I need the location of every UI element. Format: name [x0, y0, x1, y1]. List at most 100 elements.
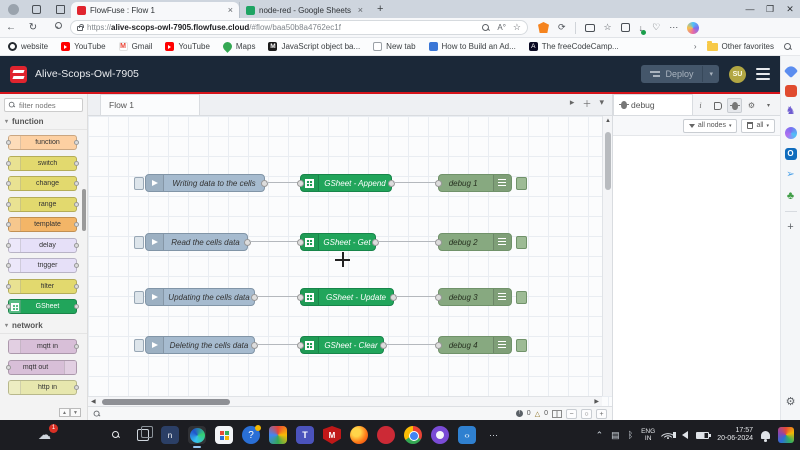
search-icon[interactable] [44, 22, 66, 33]
category-function[interactable]: ▾function [0, 114, 87, 130]
scrollbar-thumb[interactable] [605, 132, 611, 190]
palette-node-mqtt-in[interactable]: mqtt in [8, 339, 77, 354]
vertical-scrollbar[interactable]: ▲ [602, 116, 612, 396]
debug-toggle-button[interactable] [516, 177, 527, 190]
input-port[interactable] [297, 342, 304, 349]
palette-search-box[interactable] [4, 98, 83, 112]
debug-tab[interactable]: debug [613, 94, 693, 115]
tab-actions-icon[interactable] [53, 3, 67, 15]
main-menu-icon[interactable] [756, 68, 770, 80]
tray-app-icon[interactable]: ▤ [611, 430, 620, 441]
bookmark-how-to-build[interactable]: How to Build an Ad... [429, 42, 516, 51]
microphone-icon[interactable]: ᛒ [628, 430, 633, 440]
palette-node-trigger[interactable]: trigger [8, 258, 77, 273]
palette-node-range[interactable]: range [8, 197, 77, 212]
input-port[interactable] [435, 294, 442, 301]
profile-avatar[interactable] [8, 4, 19, 15]
debug-toggle-button[interactable] [516, 291, 527, 304]
debug-tab-icon[interactable] [727, 98, 742, 113]
restore-button[interactable]: ❐ [760, 4, 780, 15]
gsheet-append-node[interactable]: GSheet - Append [300, 174, 392, 192]
teams-icon[interactable]: T [296, 426, 314, 444]
zoom-out-button[interactable]: − [566, 409, 577, 419]
settings-more-icon[interactable]: ⋯ [669, 22, 678, 33]
inject-button[interactable] [134, 339, 144, 352]
battery-icon[interactable] [696, 432, 709, 439]
clear-log-button[interactable]: all▾ [741, 119, 775, 133]
corner-widget-icon[interactable] [778, 427, 794, 443]
add-sidebar-item-icon[interactable]: + [785, 221, 797, 233]
workspace-grid[interactable]: Writing data to the cells GSheet - Appen… [88, 116, 612, 406]
get-help-icon[interactable]: ? [242, 426, 260, 444]
input-port[interactable] [435, 180, 442, 187]
expand-all-icon[interactable]: ▼ [70, 408, 81, 417]
extension-icon[interactable]: ⟳ [558, 22, 566, 33]
new-tab-button[interactable]: + [377, 3, 383, 15]
search-flows-icon[interactable] [94, 410, 101, 417]
add-flow-button[interactable]: ＋ [582, 97, 591, 110]
user-avatar[interactable]: SU [729, 66, 746, 83]
scrollbar-thumb[interactable] [102, 399, 230, 405]
input-port[interactable] [297, 180, 304, 187]
horizontal-scrollbar[interactable]: ◀ ▶ [88, 396, 602, 406]
node-red-app-icon[interactable]: n [161, 426, 179, 444]
input-port[interactable] [297, 239, 304, 246]
debug-node[interactable]: debug 3 [438, 288, 512, 306]
tab-flowfuse[interactable]: FlowFuse : Flow 1 × [71, 2, 239, 18]
scroll-right-icon[interactable]: ▶ [594, 398, 599, 405]
reload-button[interactable]: ↻ [22, 22, 44, 33]
info-tab-icon[interactable]: i [693, 98, 708, 113]
category-network[interactable]: ▾network [0, 318, 87, 334]
favorite-star-icon[interactable]: ☆ [513, 22, 521, 33]
gsheet-update-node[interactable]: GSheet - Update [300, 288, 394, 306]
debug-node[interactable]: debug 4 [438, 336, 512, 354]
bookmark-website[interactable]: website [8, 42, 48, 51]
tab-sheets[interactable]: node-red - Google Sheets × [239, 2, 369, 18]
palette-node-mqtt-out[interactable]: mqtt out [8, 360, 77, 375]
task-view-icon[interactable] [134, 426, 152, 444]
browser-essentials-icon[interactable]: ♡ [652, 22, 660, 33]
inject-node[interactable]: Deleting the cells data [145, 336, 255, 354]
inject-button[interactable] [134, 177, 144, 190]
clock[interactable]: 17:5720-06-2024 [717, 427, 753, 444]
tray-chevron-icon[interactable]: ⌃ [596, 430, 604, 441]
notifications-bell-icon[interactable] [761, 431, 770, 439]
palette-node-gsheet[interactable]: GSheet [8, 299, 77, 314]
gsheet-clear-node[interactable]: GSheet - Clear [300, 336, 384, 354]
grow-tree-icon[interactable]: ♣ [785, 190, 797, 202]
deploy-button[interactable]: Deploy [641, 65, 702, 83]
language-indicator[interactable]: ENGIN [641, 428, 655, 442]
app-icon[interactable] [377, 426, 395, 444]
firefox-icon[interactable] [350, 426, 368, 444]
edge-browser-icon[interactable] [188, 426, 206, 444]
favorites-icon[interactable]: ☆ [604, 22, 612, 33]
debug-node[interactable]: debug 1 [438, 174, 512, 192]
inject-node[interactable]: Read the cells data [145, 233, 248, 251]
inject-button[interactable] [134, 291, 144, 304]
taskbar-overflow-icon[interactable]: ⋯ [485, 426, 503, 444]
github-icon[interactable] [431, 426, 449, 444]
games-icon[interactable]: ♞ [785, 106, 797, 118]
input-port[interactable] [435, 239, 442, 246]
tools-icon[interactable] [785, 85, 797, 97]
debug-node[interactable]: debug 2 [438, 233, 512, 251]
zoom-reset-button[interactable]: ○ [581, 409, 592, 419]
bookmark-js-object[interactable]: MJavaScript object ba... [268, 42, 360, 51]
navigator-map-icon[interactable] [552, 410, 562, 418]
bookmark-maps[interactable]: Maps [223, 42, 256, 51]
vscode-icon[interactable]: ‹› [458, 426, 476, 444]
tab-scroll-icon[interactable]: ▸ [570, 97, 575, 110]
bookmarks-search-icon[interactable] [784, 43, 792, 51]
minimize-button[interactable]: — [740, 4, 760, 14]
start-button[interactable] [80, 426, 98, 444]
bookmark-freecodecamp[interactable]: AThe freeCodeCamp... [529, 42, 619, 51]
help-tab-icon[interactable] [710, 98, 725, 113]
sidebar-settings-gear-icon[interactable]: ⚙ [785, 396, 797, 408]
palette-node-template[interactable]: template [8, 217, 77, 232]
bookmarks-overflow-chevron[interactable]: › [694, 42, 697, 51]
palette-node-change[interactable]: change [8, 176, 77, 191]
filter-nodes-input[interactable] [19, 101, 79, 110]
input-port[interactable] [435, 342, 442, 349]
mcafee-icon[interactable]: M [323, 426, 341, 444]
palette-node-function[interactable]: function [8, 135, 77, 150]
